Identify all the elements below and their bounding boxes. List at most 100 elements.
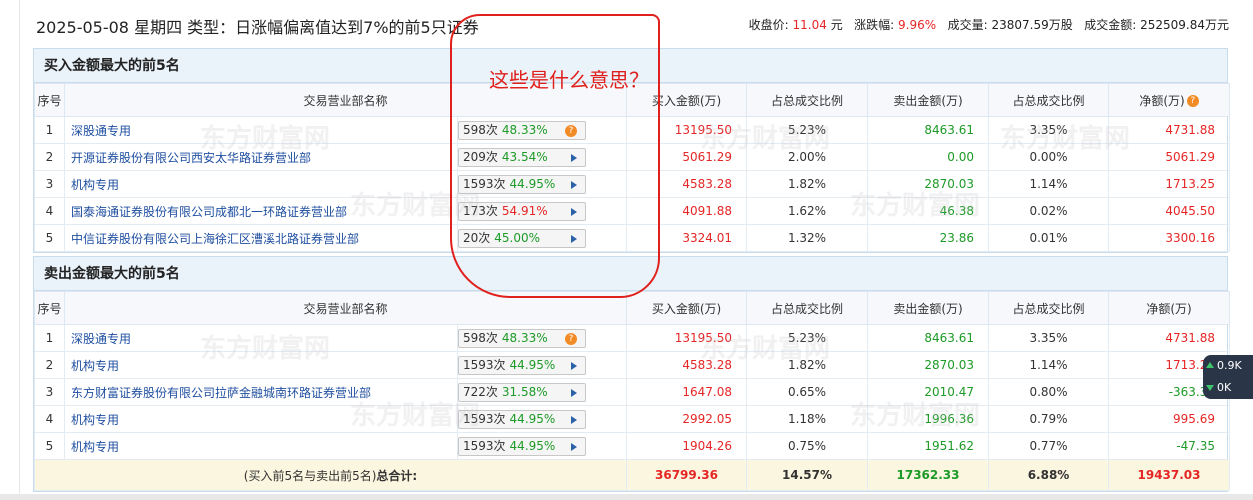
total-net: 19437.03 [1108,459,1231,491]
arrow-right-icon[interactable] [571,234,577,243]
branch-link[interactable]: 中信证券股份有限公司上海徐汇区漕溪北路证券营业部 [65,232,359,246]
listing-stats-button[interactable]: 722次 31.58% [458,382,586,402]
bottom-scrollbar[interactable] [0,494,1253,500]
listing-stats-button[interactable]: 1593次 44.95% [458,355,586,375]
listing-stats-button[interactable]: 598次 48.33%? [458,120,586,140]
question-icon[interactable]: ? [565,124,577,137]
stat-cell: 1593次 44.95% [456,170,628,198]
stat-cell: 598次 48.33%? [456,116,628,144]
stat-cell: 722次 31.58% [456,378,628,406]
win-rate: 31.58% [501,384,548,399]
question-icon[interactable]: ? [565,332,577,345]
table-row: 1 深股通专用 598次 48.33%? 13195.50 5.23% 8463.61 3.3… [34,116,1231,144]
change-value: 9.96% [898,18,937,32]
stat-cell: 173次 54.91% [456,197,628,225]
sell-ratio: 3.35% [988,116,1110,144]
stat-cell: 1593次 44.95% [456,405,628,433]
branch-name-cell: 中信证券股份有限公司上海徐汇区漕溪北路证券营业部 [64,224,458,252]
turnover-label: 成交金额: [1084,18,1137,32]
win-rate: 48.33% [501,122,548,137]
listing-stats-button[interactable]: 1593次 44.95% [458,409,586,429]
col-sell[interactable]: 卖出金额(万) [867,83,990,117]
buy-amount: 13195.50 [626,324,748,352]
download-value: 0 [1217,381,1224,394]
arrow-right-icon[interactable] [571,207,577,216]
branch-link[interactable]: 机构专用 [65,413,119,427]
listing-count: 173次 [463,203,498,218]
listing-stats-button[interactable]: 20次 45.00% [458,228,586,248]
question-icon[interactable]: ? [1186,95,1199,107]
left-border [0,0,20,500]
branch-link[interactable]: 深股通专用 [65,124,131,138]
sell-amount: 0.00 [867,143,990,171]
arrow-right-icon[interactable] [571,415,577,424]
stat-cell: 1593次 44.95% [456,351,628,379]
sell-ratio: 0.02% [988,197,1110,225]
branch-name-cell: 机构专用 [64,432,458,460]
listing-stats-button[interactable]: 173次 54.91% [458,201,586,221]
arrow-right-icon[interactable] [571,442,577,451]
buy-amount: 3324.01 [626,224,748,252]
sell-amount: 8463.61 [867,116,990,144]
listing-count: 722次 [463,384,498,399]
listing-stats-button[interactable]: 209次 43.54% [458,147,586,167]
total-sell-ratio: 6.88% [988,459,1110,491]
col-buy-ratio: 占总成交比例 [746,291,869,325]
sell-section-title: 卖出金额最大的前5名 [34,257,1227,291]
network-speed-widget[interactable]: 0.9K 0K [1203,355,1253,399]
row-index: 5 [34,224,65,252]
upload-arrow-icon [1206,362,1214,368]
buy-ratio: 0.65% [746,378,869,406]
buy-amount: 5061.29 [626,143,748,171]
sell-ratio: 1.14% [988,170,1110,198]
download-arrow-icon [1206,385,1214,391]
win-rate: 54.91% [501,203,548,218]
total-label-prefix: (买入前5名与卖出前5名) [243,468,377,483]
sell-ratio: 0.01% [988,224,1110,252]
download-speed: 0K [1203,377,1253,399]
net-amount: 995.69 [1108,405,1231,433]
sell-amount: 46.38 [867,197,990,225]
sell-ratio: 0.77% [988,432,1110,460]
arrow-right-icon[interactable] [571,361,577,370]
arrow-right-icon[interactable] [571,388,577,397]
branch-name-cell: 机构专用 [64,405,458,433]
table-row: 1 深股通专用 598次 48.33%? 13195.50 5.23% 8463.61 3.3… [34,324,1231,352]
buy-ratio: 5.23% [746,116,869,144]
listing-count: 209次 [463,149,498,164]
row-index: 1 [34,324,65,352]
total-buy: 36799.36 [626,459,748,491]
net-amount: -47.35 [1108,432,1231,460]
sell-amount: 1951.62 [867,432,990,460]
branch-link[interactable]: 国泰海通证券股份有限公司成都北一环路证券营业部 [65,205,347,219]
sell-ratio: 0.00% [988,143,1110,171]
download-unit: K [1224,381,1232,394]
listing-stats-button[interactable]: 1593次 44.95% [458,174,586,194]
arrow-right-icon[interactable] [571,153,577,162]
listing-stats-button[interactable]: 1593次 44.95% [458,436,586,456]
branch-link[interactable]: 机构专用 [65,178,119,192]
branch-name-cell: 国泰海通证券股份有限公司成都北一环路证券营业部 [64,197,458,225]
win-rate: 45.00% [494,230,541,245]
col-sell-ratio: 占总成交比例 [988,291,1110,325]
branch-link[interactable]: 开源证券股份有限公司西安太华路证券营业部 [65,151,311,165]
page-title: 2025-05-08 星期四 类型：日涨幅偏离值达到7%的前5只证券 [36,18,479,37]
buy-ratio: 1.32% [746,224,869,252]
sell-ratio: 0.80% [988,378,1110,406]
branch-link[interactable]: 机构专用 [65,440,119,454]
branch-link[interactable]: 东方财富证券股份有限公司拉萨金融城南环路证券营业部 [65,386,371,400]
upload-unit: K [1234,359,1242,372]
arrow-right-icon[interactable] [571,180,577,189]
change-label: 涨跌幅: [854,18,895,32]
col-name: 交易营业部名称 [63,291,628,325]
buy-ratio: 1.18% [746,405,869,433]
branch-link[interactable]: 机构专用 [65,359,119,373]
branch-name-cell: 机构专用 [64,170,458,198]
buy-ratio: 1.82% [746,170,869,198]
table-row: 5 机构专用 1593次 44.95% 1904.26 0.75% 1951.62 0.77%… [34,432,1231,460]
col-sell[interactable]: 卖出金额(万) [867,291,990,325]
col-buy[interactable]: 买入金额(万) [626,291,748,325]
listing-stats-button[interactable]: 598次 48.33%? [458,328,586,348]
volume-label: 成交量: [947,18,988,32]
branch-link[interactable]: 深股通专用 [65,332,131,346]
